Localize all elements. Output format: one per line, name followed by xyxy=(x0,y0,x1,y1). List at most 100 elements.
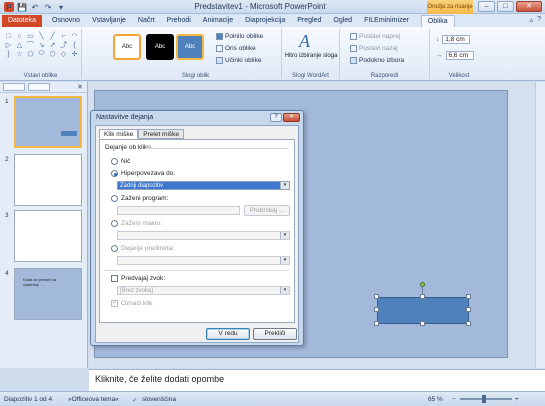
shape-gallery-item[interactable]: ▷ xyxy=(4,41,13,49)
shape-gallery-item[interactable]: { xyxy=(70,41,79,49)
slide-thumbnail-4[interactable]: Kada se preseli na naslednji xyxy=(14,268,82,320)
shape-gallery-item[interactable]: ◠ xyxy=(70,32,79,40)
tab-view[interactable]: Ogled xyxy=(327,15,358,27)
radio-button[interactable] xyxy=(111,170,118,177)
close-window-button[interactable]: ✕ xyxy=(516,1,542,12)
shape-gallery-item[interactable]: ⌒ xyxy=(26,41,35,49)
tab-outline[interactable] xyxy=(28,83,50,91)
resize-handle[interactable] xyxy=(466,294,471,299)
shape-gallery-item[interactable]: ⬡ xyxy=(48,50,57,58)
proofing-icon[interactable]: ✓ xyxy=(132,396,137,404)
hyperlink-select[interactable]: Zadnji diapozitiv ▾ xyxy=(117,181,290,190)
powerpoint-app-icon[interactable]: P xyxy=(4,2,14,12)
tab-slides[interactable] xyxy=(3,83,25,91)
style-thumb-black[interactable]: Abc xyxy=(146,34,174,60)
shape-gallery-item[interactable]: ↘ xyxy=(37,41,46,49)
resize-handle[interactable] xyxy=(420,321,425,326)
help-icon[interactable]: ? xyxy=(537,16,541,24)
checkbox[interactable]: ✓ xyxy=(111,300,118,307)
shape-gallery-item[interactable]: □ xyxy=(4,32,13,40)
cancel-button[interactable]: Prekliči xyxy=(253,328,297,340)
shape-effects-button[interactable]: Učinki oblike xyxy=(216,57,262,64)
shape-outline-button[interactable]: Oris oblike xyxy=(216,45,256,52)
tab-slideshow[interactable]: Diaprojekcija xyxy=(239,15,291,27)
bring-forward-button[interactable]: Postavi naprej xyxy=(350,33,400,40)
resize-handle[interactable] xyxy=(420,294,425,299)
highlight-click-checkbox[interactable]: ✓ Označi klik xyxy=(111,300,152,307)
radio-run-macro[interactable]: Zaženi makro: xyxy=(111,220,162,227)
chevron-down-icon[interactable]: ▾ xyxy=(280,257,289,264)
shape-fill-button[interactable]: Polnilo oblike xyxy=(216,33,263,40)
tab-insert[interactable]: Vstavljanje xyxy=(86,15,132,27)
customize-qat-icon[interactable]: ▾ xyxy=(56,2,66,12)
zoom-slider-knob[interactable] xyxy=(482,395,486,403)
checkbox[interactable] xyxy=(111,275,118,282)
send-backward-button[interactable]: Postavi nazaj xyxy=(350,45,398,52)
shape-gallery-item[interactable]: } xyxy=(4,50,13,58)
status-language[interactable]: slovenščina xyxy=(142,396,176,403)
minimize-button[interactable]: – xyxy=(478,1,495,12)
chevron-down-icon[interactable]: ▾ xyxy=(280,182,289,189)
resize-handle[interactable] xyxy=(374,307,379,312)
zoom-slider[interactable] xyxy=(460,398,512,400)
radio-button[interactable] xyxy=(111,220,118,227)
height-field[interactable]: ↕ 1,8 cm xyxy=(436,35,471,44)
slide-thumbnail-1[interactable] xyxy=(14,96,82,148)
status-theme[interactable]: »Officeova tema« xyxy=(68,396,119,403)
zoom-out-button[interactable]: − xyxy=(452,396,456,403)
close-pane-icon[interactable]: ✕ xyxy=(77,83,83,91)
slide-thumbnail-3[interactable] xyxy=(14,210,82,262)
notes-pane[interactable]: Kliknite, če želite dodati opombe xyxy=(89,369,545,391)
rotation-handle[interactable] xyxy=(420,282,425,287)
undo-icon[interactable]: ↶ xyxy=(30,2,40,12)
browse-button[interactable]: Prebrskaj ... xyxy=(244,205,290,216)
shape-gallery-item[interactable]: ╲ xyxy=(37,32,46,40)
resize-handle[interactable] xyxy=(374,294,379,299)
resize-handle[interactable] xyxy=(374,321,379,326)
style-thumb-blue[interactable]: Abc xyxy=(176,34,204,60)
minimize-ribbon-icon[interactable]: ▵ xyxy=(530,16,534,24)
tab-review[interactable]: Pregled xyxy=(291,15,327,27)
shape-gallery[interactable]: □ ○ ▭ ╲ ╱ ⌐ ◠ ▷ △ ⌒ ↘ ↗ ⤴{} ☆ ⬠ ⬭ ⬡ ◇ ✛ xyxy=(4,32,80,59)
chevron-down-icon[interactable]: ▾ xyxy=(280,232,289,239)
width-field[interactable]: ↔ 6,6 cm xyxy=(436,51,474,60)
zoom-in-button[interactable]: + xyxy=(515,396,519,403)
shape-gallery-item[interactable]: ✛ xyxy=(70,50,79,58)
shape-gallery-item[interactable]: ☆ xyxy=(15,50,24,58)
radio-none[interactable]: Nič xyxy=(111,158,130,165)
radio-object-action[interactable]: Dejanje predmeta: xyxy=(111,245,174,252)
dialog-help-button[interactable]: ? xyxy=(270,113,282,122)
tab-animations[interactable]: Animacije xyxy=(197,15,239,27)
shape-gallery-item[interactable]: ▭ xyxy=(26,32,35,40)
macro-select[interactable]: ▾ xyxy=(117,231,290,240)
resize-handle[interactable] xyxy=(466,321,471,326)
play-sound-checkbox[interactable]: Predvajaj zvok: xyxy=(111,275,165,282)
program-input[interactable] xyxy=(117,206,240,215)
zoom-level[interactable]: 65 % xyxy=(428,396,443,403)
selected-shape[interactable] xyxy=(377,297,469,324)
selection-pane-button[interactable]: Podokno izbora xyxy=(350,57,404,64)
slide-thumbnail-2[interactable] xyxy=(14,154,82,206)
object-action-select[interactable]: ▾ xyxy=(117,256,290,265)
shape-gallery-item[interactable]: ╱ xyxy=(48,32,57,40)
tab-home[interactable]: Osnovno xyxy=(46,15,86,27)
ok-button[interactable]: V redu xyxy=(206,328,250,340)
radio-button[interactable] xyxy=(111,195,118,202)
sound-select[interactable]: [Brez zvoka] ▾ xyxy=(117,286,290,295)
resize-handle[interactable] xyxy=(466,307,471,312)
vertical-scrollbar[interactable] xyxy=(535,82,545,368)
quick-styles-button[interactable]: Hitro izbiranje sloga xyxy=(284,53,338,60)
tab-mouse-click[interactable]: Klik miške xyxy=(99,129,139,139)
shape-gallery-item[interactable]: ⤴ xyxy=(59,41,68,49)
width-input[interactable]: 6,6 cm xyxy=(445,51,474,60)
shape-gallery-item[interactable]: ⬠ xyxy=(26,50,35,58)
tab-design[interactable]: Načrt xyxy=(132,15,161,27)
shape-gallery-item[interactable]: ⌐ xyxy=(59,32,68,40)
tab-transitions[interactable]: Prehodi xyxy=(161,15,197,27)
tab-fileminimizer[interactable]: FILEminimizer xyxy=(358,15,415,27)
shape-gallery-item[interactable]: ⬭ xyxy=(37,50,46,58)
tab-format[interactable]: Oblika xyxy=(420,15,455,27)
wordart-a-icon[interactable]: A xyxy=(299,31,310,52)
shape-gallery-item[interactable]: ○ xyxy=(15,32,24,40)
radio-button[interactable] xyxy=(111,245,118,252)
